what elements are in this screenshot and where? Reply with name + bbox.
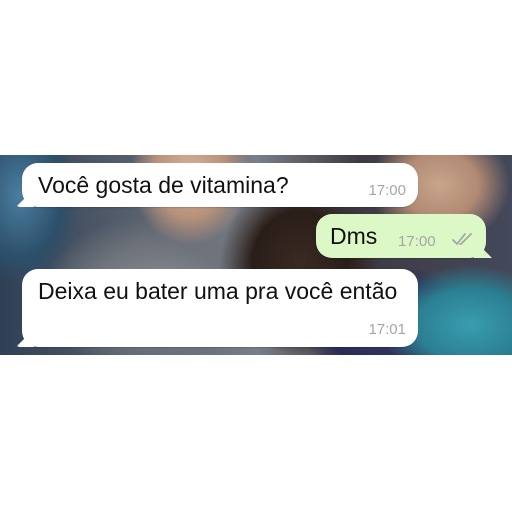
message-timestamp: 17:00 <box>398 233 436 250</box>
message-text: Você gosta de vitamina? <box>38 172 289 198</box>
message-timestamp: 17:00 <box>368 182 406 199</box>
chat-wallpaper: Você gosta de vitamina? 17:00 Dms 17:00 … <box>0 155 512 355</box>
message-timestamp: 17:01 <box>368 321 406 338</box>
message-bubble-incoming[interactable]: Deixa eu bater uma pra você então 17:01 <box>16 269 418 347</box>
message-bubble-incoming[interactable]: Você gosta de vitamina? 17:00 <box>16 163 418 207</box>
double-check-icon <box>452 232 474 251</box>
bubble-tail <box>474 240 492 258</box>
screenshot-canvas: Você gosta de vitamina? 17:00 Dms 17:00 … <box>0 0 512 512</box>
message-bubble-outgoing[interactable]: Dms 17:00 <box>316 214 492 258</box>
bubble-tail <box>16 329 34 347</box>
message-text: Dms <box>330 223 378 249</box>
message-text: Deixa eu bater uma pra você então <box>38 278 398 304</box>
bubble-tail <box>16 189 34 207</box>
